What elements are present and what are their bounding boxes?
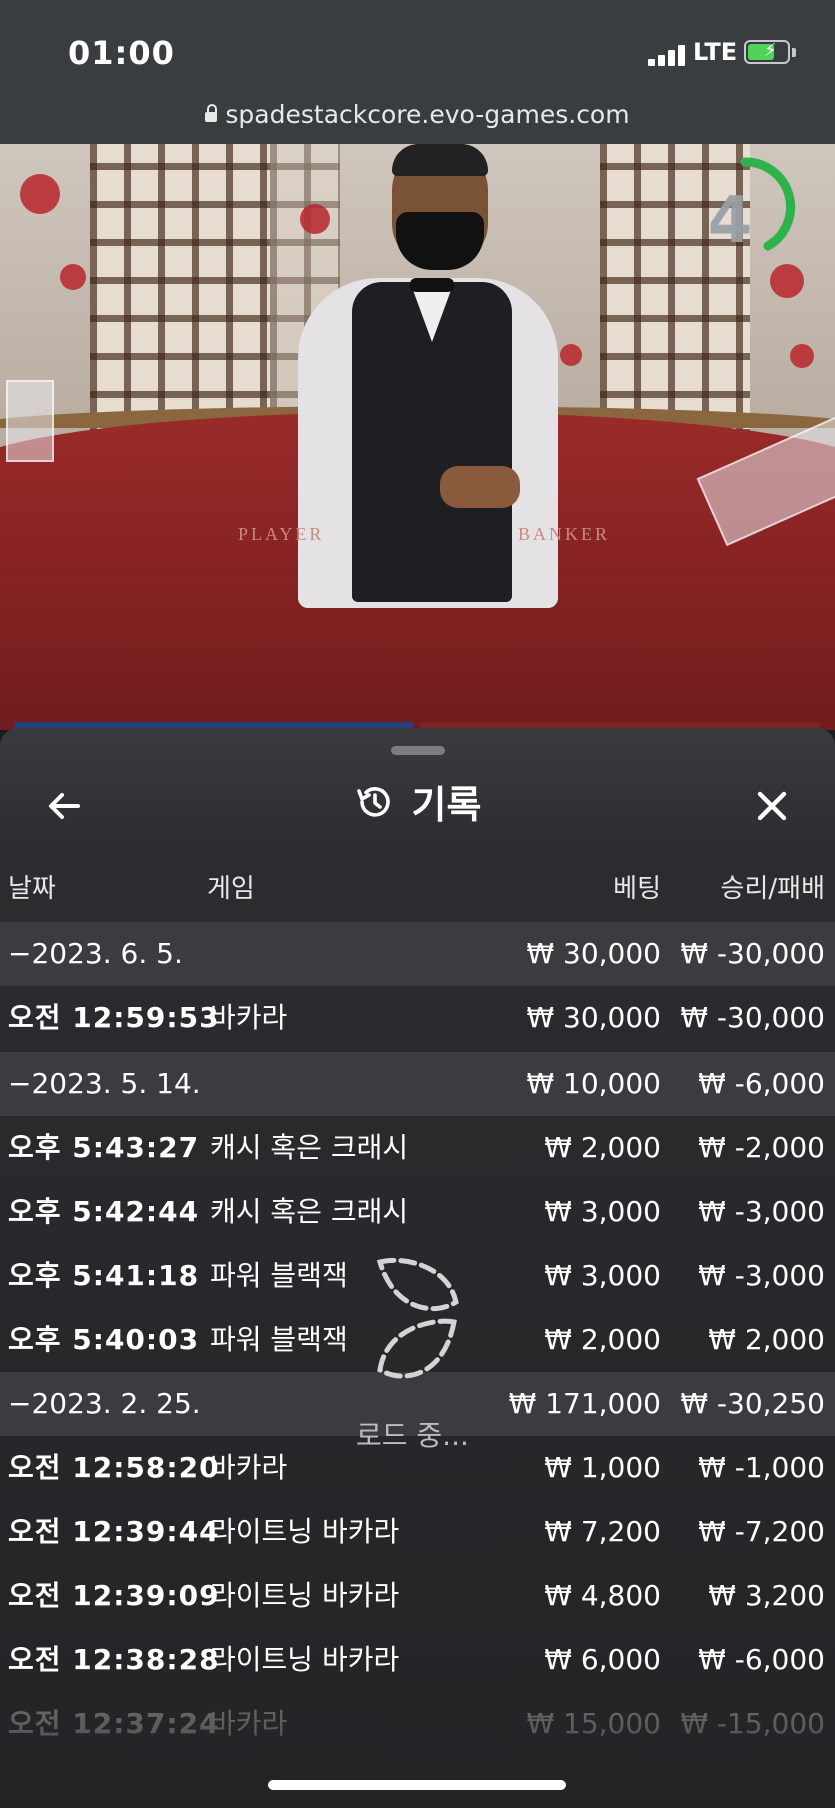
- table-label-player: PLAYER: [238, 524, 325, 544]
- group-date: −2023. 5. 14.: [8, 1067, 201, 1100]
- row-result: ₩ -1,000: [698, 1451, 825, 1484]
- history-row[interactable]: 오전 12:59:53 바카라 ₩ 30,000 ₩ -30,000: [0, 986, 835, 1052]
- row-game: 파워 블랙잭: [210, 1323, 348, 1356]
- card-holder: [6, 380, 54, 462]
- dealer-hands: [440, 466, 520, 508]
- history-icon: [356, 786, 390, 817]
- row-result: ₩ 2,000: [708, 1323, 825, 1356]
- row-bet: ₩ 4,800: [544, 1579, 661, 1612]
- face-mask: [396, 212, 484, 270]
- group-result-total: ₩ -30,250: [680, 1387, 825, 1420]
- group-bet-total: ₩ 30,000: [526, 937, 661, 970]
- panel-title: 기록: [0, 774, 835, 829]
- row-bet: ₩ 1,000: [544, 1451, 661, 1484]
- row-time: 오후 5:42:44: [8, 1195, 200, 1228]
- column-header-bet: 베팅: [613, 874, 661, 904]
- signal-icon: [648, 44, 688, 66]
- battery-icon: ⚡: [744, 40, 790, 64]
- history-row[interactable]: 오전 12:39:09 라이트닝 바카라 ₩ 4,800 ₩ 3,200: [0, 1564, 835, 1628]
- group-result-total: ₩ -6,000: [698, 1067, 825, 1100]
- row-game: 바카라: [210, 1707, 288, 1740]
- row-game: 캐시 혹은 크래시: [210, 1195, 409, 1228]
- row-time: 오전 12:37:24: [8, 1707, 220, 1740]
- history-row[interactable]: 오전 12:39:44 라이트닝 바카라 ₩ 7,200 ₩ -7,200: [0, 1500, 835, 1564]
- row-result: ₩ -3,000: [698, 1195, 825, 1228]
- row-game: 파워 블랙잭: [210, 1259, 348, 1292]
- url-text: spadestackcore.evo-games.com: [225, 100, 630, 129]
- history-row[interactable]: 오전 12:37:24 바카라 ₩ 15,000 ₩ -15,000: [0, 1692, 835, 1756]
- loading-text: 로드 중...: [356, 1419, 469, 1452]
- history-row[interactable]: 오후 5:43:27 캐시 혹은 크래시 ₩ 2,000 ₩ -2,000: [0, 1116, 835, 1180]
- history-row[interactable]: 오전 12:38:28 라이트닝 바카라 ₩ 6,000 ₩ -6,000: [0, 1628, 835, 1692]
- row-bet: ₩ 15,000: [526, 1707, 661, 1740]
- group-bet-total: ₩ 171,000: [508, 1387, 661, 1420]
- row-bet: ₩ 2,000: [544, 1131, 661, 1164]
- status-time: 01:00: [68, 34, 175, 72]
- row-time: 오전 12:39:44: [8, 1515, 220, 1548]
- panel-title-text: 기록: [411, 783, 482, 827]
- row-time: 오전 12:39:09: [8, 1579, 220, 1612]
- row-bet: ₩ 30,000: [526, 1001, 661, 1034]
- row-game: 바카라: [210, 1001, 288, 1034]
- table-label-banker: BANKER: [518, 524, 611, 544]
- row-time: 오전 12:38:28: [8, 1643, 220, 1676]
- row-result: ₩ -2,000: [698, 1131, 825, 1164]
- row-time: 오전 12:59:53: [8, 1001, 220, 1034]
- live-video[interactable]: PLAYER BANKER 4: [0, 144, 835, 730]
- row-result: ₩ -30,000: [680, 1001, 825, 1034]
- date-group-header[interactable]: −2023. 5. 14. ₩ 10,000 ₩ -6,000: [0, 1052, 835, 1116]
- close-icon[interactable]: [752, 786, 792, 826]
- date-group-header[interactable]: −2023. 6. 5. ₩ 30,000 ₩ -30,000: [0, 922, 835, 986]
- row-bet: ₩ 6,000: [544, 1643, 661, 1676]
- row-game: 라이트닝 바카라: [210, 1579, 400, 1612]
- row-game: 라이트닝 바카라: [210, 1515, 400, 1548]
- browser-url-bar[interactable]: spadestackcore.evo-games.com: [0, 96, 835, 144]
- bow-tie: [410, 278, 454, 292]
- column-header-result: 승리/패배: [720, 874, 825, 904]
- row-result: ₩ -7,200: [698, 1515, 825, 1548]
- row-game: 라이트닝 바카라: [210, 1643, 400, 1676]
- row-bet: ₩ 7,200: [544, 1515, 661, 1548]
- column-header-date: 날짜: [8, 874, 56, 904]
- row-game: 바카라: [210, 1451, 288, 1484]
- history-row[interactable]: 오후 5:42:44 캐시 혹은 크래시 ₩ 3,000 ₩ -3,000: [0, 1180, 835, 1244]
- battery-tip: [792, 48, 796, 57]
- row-result: ₩ -3,000: [698, 1259, 825, 1292]
- home-indicator[interactable]: [268, 1780, 566, 1790]
- row-time: 오후 5:40:03: [8, 1323, 200, 1356]
- network-type: LTE: [693, 38, 738, 66]
- lock-icon: [205, 104, 218, 122]
- row-game: 캐시 혹은 크래시: [210, 1131, 409, 1164]
- row-time: 오후 5:43:27: [8, 1131, 200, 1164]
- history-panel: 기록 날짜 게임 베팅 승리/패배 −2023. 6. 5. ₩ 30,000 …: [0, 728, 835, 1808]
- row-bet: ₩ 3,000: [544, 1195, 661, 1228]
- group-date: −2023. 2. 25.: [8, 1387, 201, 1420]
- row-bet: ₩ 3,000: [544, 1259, 661, 1292]
- status-bar: 01:00 LTE ⚡: [0, 0, 835, 96]
- group-result-total: ₩ -30,000: [680, 937, 825, 970]
- row-time: 오전 12:58:20: [8, 1451, 220, 1484]
- column-header-game: 게임: [207, 874, 255, 904]
- drag-handle[interactable]: [391, 746, 445, 755]
- countdown-number: 4: [707, 184, 753, 258]
- row-result: ₩ 3,200: [708, 1579, 825, 1612]
- loading-spinner-icon: [376, 1258, 459, 1379]
- row-result: ₩ -6,000: [698, 1643, 825, 1676]
- group-date: −2023. 6. 5.: [8, 937, 183, 970]
- row-time: 오후 5:41:18: [8, 1259, 200, 1292]
- row-bet: ₩ 2,000: [544, 1323, 661, 1356]
- row-result: ₩ -15,000: [680, 1707, 825, 1740]
- group-bet-total: ₩ 10,000: [526, 1067, 661, 1100]
